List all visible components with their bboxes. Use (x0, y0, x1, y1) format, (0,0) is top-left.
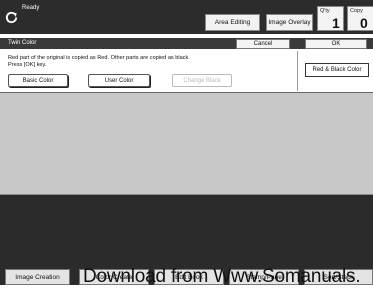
area-editing-button[interactable]: Area Editing (205, 14, 260, 31)
description-line-2: Press [OK] key. (8, 62, 47, 68)
cancel-button[interactable]: Cancel (236, 39, 290, 49)
copy-label: Copy (350, 8, 363, 14)
red-black-color-option[interactable]: Red & Black Color (305, 63, 369, 77)
refresh-icon (5, 11, 18, 24)
preview-area (0, 93, 373, 195)
copy-count-box: Copy 0 (347, 6, 373, 31)
quantity-label: Q'ty (320, 8, 330, 14)
description-line-1: Red part of the original is copied as Re… (8, 55, 190, 61)
change-black-button[interactable]: Change Black (172, 74, 232, 87)
dialog-title: Twin Color (8, 40, 37, 46)
quantity-value: 1 (332, 15, 340, 31)
divider (297, 51, 298, 91)
tab-image-creation[interactable]: Image Creation (5, 269, 70, 285)
basic-color-button[interactable]: Basic Color (8, 74, 68, 87)
quantity-box: Q'ty 1 (317, 6, 344, 31)
copy-value: 0 (360, 15, 368, 31)
image-overlay-button[interactable]: Image Overlay (266, 14, 313, 31)
user-color-button[interactable]: User Color (88, 74, 150, 87)
ok-button[interactable]: OK (305, 39, 367, 49)
status-text: Ready (22, 5, 40, 11)
